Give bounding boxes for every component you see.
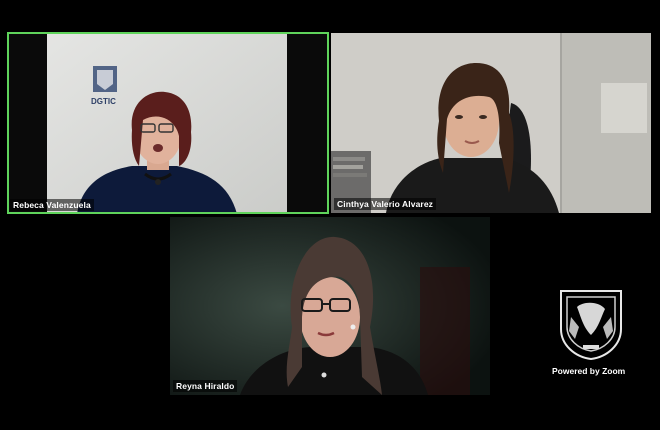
video-tile-rebeca[interactable]: DGTIC Rebeca Valenzuela — [7, 32, 329, 214]
video-feed-cinthya — [331, 33, 651, 213]
participant-name-label: Rebeca Valenzuela — [10, 199, 94, 211]
powered-by-zoom-label: Powered by Zoom — [552, 366, 626, 376]
video-feed-reyna — [170, 217, 490, 395]
participant-name-label: Cinthya Valerio Alvarez — [334, 198, 436, 210]
video-tile-reyna[interactable]: Reyna Hiraldo — [170, 217, 490, 395]
unam-logo-icon — [93, 66, 117, 92]
video-feed-rebeca — [7, 32, 329, 214]
unam-seal-icon — [560, 290, 622, 361]
dgtic-logo-text: DGTIC — [91, 97, 116, 106]
video-tile-cinthya[interactable]: Cinthya Valerio Alvarez — [331, 33, 651, 213]
participant-name-label: Reyna Hiraldo — [173, 380, 238, 392]
